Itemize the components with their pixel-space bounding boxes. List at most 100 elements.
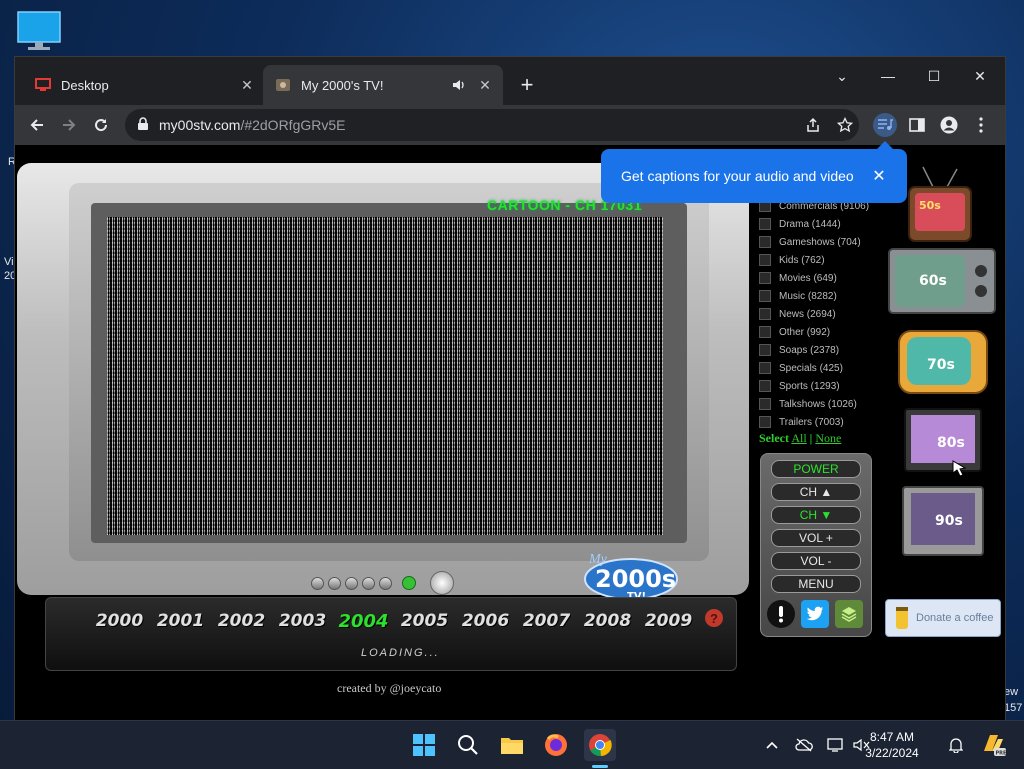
bookmark-star-icon[interactable] xyxy=(835,115,855,135)
chevron-up-icon[interactable] xyxy=(762,735,782,755)
copilot-icon[interactable]: PRE xyxy=(980,731,1006,757)
tv-knob[interactable] xyxy=(430,571,454,595)
checkbox[interactable] xyxy=(759,416,771,428)
year-2006[interactable]: 2006 xyxy=(455,611,516,632)
desktop-monitor-icon[interactable] xyxy=(16,10,62,52)
year-2004[interactable]: 2004 xyxy=(333,611,394,632)
media-control-icon[interactable] xyxy=(873,113,897,137)
menu-button[interactable]: MENU xyxy=(771,575,861,593)
tv-50s-link[interactable]: 50s xyxy=(905,165,975,247)
tv-panel-button[interactable] xyxy=(311,576,324,590)
tab-desktop[interactable]: Desktop ✕ xyxy=(23,65,265,105)
checkbox[interactable] xyxy=(759,380,771,392)
tv-screen-static[interactable] xyxy=(107,217,663,535)
credit-text[interactable]: created by @joeycato xyxy=(337,681,441,696)
year-2002[interactable]: 2002 xyxy=(211,611,272,632)
year-2003[interactable]: 2003 xyxy=(272,611,333,632)
captions-popup: Get captions for your audio and video ✕ xyxy=(601,141,907,203)
power-button[interactable]: POWER xyxy=(771,460,861,478)
genre-item[interactable]: Sports (1293) xyxy=(759,377,899,395)
year-2007[interactable]: 2007 xyxy=(516,611,577,632)
genre-item[interactable]: Music (8282) xyxy=(759,287,899,305)
system-clock[interactable]: 8:47 AM 3/22/2024 xyxy=(856,729,928,761)
checkbox[interactable] xyxy=(759,236,771,248)
checkbox[interactable] xyxy=(759,398,771,410)
checkbox[interactable] xyxy=(759,272,771,284)
year-2008[interactable]: 2008 xyxy=(577,611,638,632)
year-2009[interactable]: 2009 xyxy=(638,611,699,632)
search-icon[interactable] xyxy=(452,729,484,761)
tv-80s-link[interactable]: 80s xyxy=(903,407,983,479)
checkbox[interactable] xyxy=(759,308,771,320)
side-panel-icon[interactable] xyxy=(905,113,929,137)
genre-item[interactable]: Drama (1444) xyxy=(759,215,899,233)
close-popup-icon[interactable]: ✕ xyxy=(867,164,891,188)
reload-button[interactable] xyxy=(87,111,115,139)
genre-item[interactable]: Talkshows (1026) xyxy=(759,395,899,413)
tv-panel-button[interactable] xyxy=(362,576,375,590)
select-none-link[interactable]: None xyxy=(815,431,841,445)
genre-item[interactable]: Other (992) xyxy=(759,323,899,341)
checkbox[interactable] xyxy=(759,344,771,356)
help-icon[interactable]: ? xyxy=(705,609,723,627)
chrome-icon[interactable] xyxy=(584,729,616,761)
close-tab-icon[interactable]: ✕ xyxy=(237,75,257,95)
genre-item[interactable]: Soaps (2378) xyxy=(759,341,899,359)
tv-panel-button[interactable] xyxy=(379,576,392,590)
file-explorer-icon[interactable] xyxy=(496,729,528,761)
decade-label: 80s xyxy=(937,435,965,451)
display-icon[interactable] xyxy=(826,735,846,755)
donate-coffee-button[interactable]: Donate a coffee xyxy=(885,599,1001,637)
lock-icon[interactable] xyxy=(137,117,149,136)
genre-item[interactable]: Gameshows (704) xyxy=(759,233,899,251)
channel-up-button[interactable]: CH ▲ xyxy=(771,483,861,501)
tab-title: Desktop xyxy=(61,77,109,93)
tv-90s-link[interactable]: 90s xyxy=(901,485,985,559)
windows-start-icon[interactable] xyxy=(408,729,440,761)
tab-my-2000s-tv[interactable]: My 2000's TV! ✕ xyxy=(263,65,503,105)
checkbox[interactable] xyxy=(759,254,771,266)
cloud-offline-icon[interactable] xyxy=(794,735,814,755)
tab-title: My 2000's TV! xyxy=(301,77,384,93)
close-window-button[interactable]: ✕ xyxy=(957,61,1003,91)
kebab-menu-icon[interactable] xyxy=(969,113,993,137)
checkbox[interactable] xyxy=(759,362,771,374)
forward-button[interactable] xyxy=(55,111,83,139)
year-2001[interactable]: 2001 xyxy=(150,611,211,632)
notification-bell-icon[interactable] xyxy=(946,735,966,755)
channel-down-button[interactable]: CH ▼ xyxy=(771,506,861,524)
tv-panel-button[interactable] xyxy=(345,576,358,590)
tv-70s-link[interactable]: 70s xyxy=(897,329,989,401)
maximize-button[interactable]: ☐ xyxy=(911,61,957,91)
tv-panel-button[interactable] xyxy=(328,576,341,590)
tv-60s-link[interactable]: 60s xyxy=(887,247,997,319)
volume-down-button[interactable]: VOL - xyxy=(771,552,861,570)
year-2000[interactable]: 2000 xyxy=(89,611,150,632)
twitter-icon[interactable] xyxy=(801,600,829,628)
share-icon[interactable] xyxy=(803,115,823,135)
genre-item[interactable]: Kids (762) xyxy=(759,251,899,269)
speaker-icon[interactable] xyxy=(449,75,469,95)
volume-up-button[interactable]: VOL + xyxy=(771,529,861,547)
close-tab-icon[interactable]: ✕ xyxy=(475,75,495,95)
genre-item[interactable]: Specials (425) xyxy=(759,359,899,377)
new-tab-button[interactable]: + xyxy=(513,71,541,99)
firefox-icon[interactable] xyxy=(540,729,572,761)
taskbar: 8:47 AM 3/22/2024 PRE xyxy=(0,720,1024,769)
select-links: Select All | None xyxy=(759,431,842,445)
alert-icon[interactable] xyxy=(767,600,795,628)
checkbox[interactable] xyxy=(759,218,771,230)
back-button[interactable] xyxy=(23,111,51,139)
layers-icon[interactable] xyxy=(835,600,863,628)
year-2005[interactable]: 2005 xyxy=(394,611,455,632)
minimize-button[interactable]: — xyxy=(865,61,911,91)
genre-item[interactable]: News (2694) xyxy=(759,305,899,323)
genre-item[interactable]: Movies (649) xyxy=(759,269,899,287)
tab-search-chevron-icon[interactable]: ⌄ xyxy=(819,61,865,91)
address-bar[interactable]: my00stv.com/#2dORfgGRv5E xyxy=(125,109,859,141)
select-all-link[interactable]: All xyxy=(791,431,806,445)
genre-item[interactable]: Trailers (7003) xyxy=(759,413,899,431)
profile-icon[interactable] xyxy=(937,113,961,137)
checkbox[interactable] xyxy=(759,290,771,302)
checkbox[interactable] xyxy=(759,326,771,338)
